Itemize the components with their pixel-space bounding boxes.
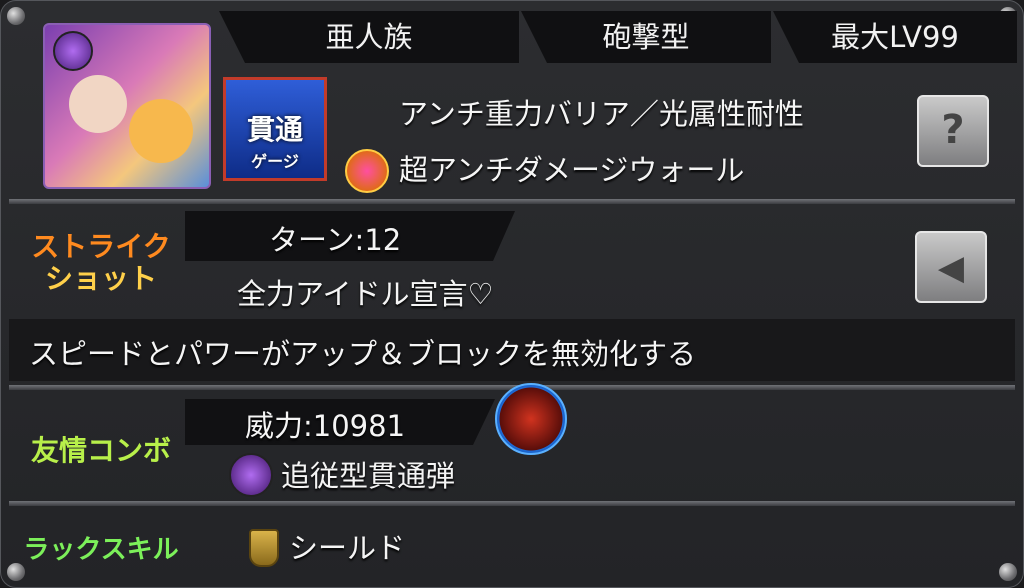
character-face-left bbox=[69, 75, 127, 133]
character-portrait[interactable] bbox=[43, 23, 211, 189]
strike-shot-name: 全力アイドル宣言♡ bbox=[237, 277, 494, 311]
ability-main: アンチ重力バリア／光属性耐性 bbox=[399, 97, 804, 131]
strike-shot-turn: ターン:12 bbox=[269, 223, 402, 257]
penetration-gauge-badge: 貫通 ゲージ bbox=[223, 77, 327, 181]
speaker-icon: ◀ bbox=[937, 248, 965, 288]
strike-shot-label: ストライク ショット bbox=[11, 231, 191, 295]
strike-shot-label-line1: ストライク bbox=[31, 230, 171, 263]
friendship-power: 威力:10981 bbox=[245, 409, 406, 443]
character-face-right bbox=[129, 99, 193, 163]
luck-skill-label: ラックスキル bbox=[23, 535, 179, 565]
rivet-bottom-right bbox=[999, 563, 1017, 581]
max-level-tag: 最大LV99 bbox=[773, 11, 1017, 63]
strike-shot-description: スピードとパワーがアップ＆ブロックを無効化する bbox=[29, 337, 697, 371]
monster-info-panel: 亜人族 砲撃型 最大LV99 貫通 ゲージ アンチ重力バリア／光属性耐性 超アン… bbox=[0, 0, 1024, 588]
shield-icon bbox=[249, 529, 279, 567]
gauge-text-main: 貫通 bbox=[246, 113, 303, 146]
friendship-combo-label: 友情コンボ bbox=[30, 434, 171, 467]
divider bbox=[9, 199, 1015, 204]
gauge-ability-icon bbox=[345, 149, 389, 193]
divider bbox=[9, 501, 1015, 506]
friendship-element-icon bbox=[229, 453, 273, 497]
friendship-combo-type-icon bbox=[495, 383, 567, 455]
type-tag: 砲撃型 bbox=[521, 11, 771, 63]
rivet-top-left bbox=[7, 7, 25, 25]
ability-gauge: 超アンチダメージウォール bbox=[399, 153, 745, 187]
friendship-combo-name: 追従型貫通弾 bbox=[281, 459, 456, 493]
dark-element-icon bbox=[53, 31, 93, 71]
help-button[interactable]: ? bbox=[917, 95, 989, 167]
question-icon: ? bbox=[941, 107, 965, 153]
gauge-text-sub: ゲージ bbox=[251, 152, 299, 171]
strike-shot-label-line2: ショット bbox=[44, 262, 157, 295]
voice-play-button[interactable]: ◀ bbox=[915, 231, 987, 303]
luck-skill-name: シールド bbox=[289, 531, 406, 565]
race-tag: 亜人族 bbox=[219, 11, 519, 63]
